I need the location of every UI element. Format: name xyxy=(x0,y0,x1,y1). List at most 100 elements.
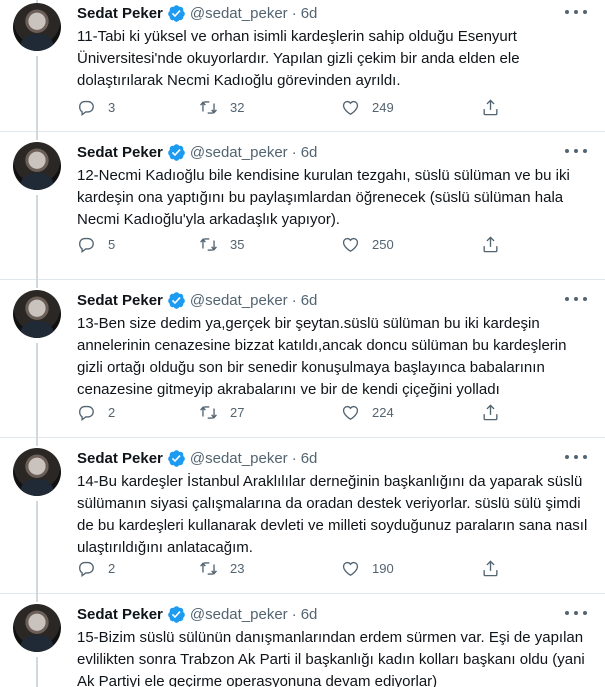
like-icon xyxy=(342,405,359,420)
avatar[interactable] xyxy=(13,290,61,338)
thread-line xyxy=(36,501,38,594)
retweet-count: 27 xyxy=(230,404,245,420)
retweet-button[interactable]: 23 xyxy=(199,557,244,579)
retweet-button[interactable]: 32 xyxy=(199,96,244,118)
share-button[interactable] xyxy=(481,96,500,118)
like-button[interactable]: 190 xyxy=(341,557,394,579)
like-count: 249 xyxy=(372,99,394,115)
separator-dot: · xyxy=(291,449,297,467)
share-button[interactable] xyxy=(481,401,500,423)
more-options-icon[interactable] xyxy=(565,605,587,621)
share-icon xyxy=(483,235,498,252)
like-count: 224 xyxy=(372,404,394,420)
retweet-icon xyxy=(200,237,217,251)
reply-button[interactable]: 5 xyxy=(77,233,115,255)
tweet-timestamp[interactable]: 6d xyxy=(301,5,318,22)
like-button[interactable]: 249 xyxy=(341,96,394,118)
share-button[interactable] xyxy=(481,233,500,255)
retweet-icon xyxy=(200,561,217,575)
tweet-actions: 2 23 190 xyxy=(77,557,507,579)
share-icon xyxy=(483,559,498,576)
tweet-text: 14-Bu kardeşler İstanbul Araklılılar der… xyxy=(77,473,588,556)
verified-badge-icon xyxy=(168,143,185,161)
author-handle[interactable]: @sedat_peker xyxy=(190,144,288,161)
tweet-text: 12-Necmi Kadıoğlu bile kendisine kurulan… xyxy=(77,167,570,228)
retweet-count: 23 xyxy=(230,560,245,576)
thread-line xyxy=(36,657,38,687)
thread-line xyxy=(36,132,38,140)
tweet[interactable]: Sedat Peker @sedat_peker · 6d 15-Bizim s… xyxy=(0,594,605,687)
verified-badge-icon xyxy=(168,449,185,467)
avatar[interactable] xyxy=(13,3,61,51)
author-name[interactable]: Sedat Peker xyxy=(77,606,163,623)
reply-count: 3 xyxy=(108,99,116,115)
tweet-header: Sedat Peker @sedat_peker · 6d xyxy=(77,289,317,311)
tweet-timestamp[interactable]: 6d xyxy=(301,450,318,467)
thread-line xyxy=(36,594,38,602)
reply-count: 2 xyxy=(108,404,116,420)
tweet[interactable]: Sedat Peker @sedat_peker · 6d 11-Tabi ki… xyxy=(0,0,605,132)
tweet-header: Sedat Peker @sedat_peker · 6d xyxy=(77,2,317,24)
author-handle[interactable]: @sedat_peker xyxy=(190,450,288,467)
separator-dot: · xyxy=(291,143,297,161)
tweet-text: 15-Bizim süslü sülünün danışmanlarından … xyxy=(77,629,585,687)
separator-dot: · xyxy=(291,4,297,22)
share-icon xyxy=(483,403,498,420)
reply-button[interactable]: 3 xyxy=(77,96,115,118)
thread-line xyxy=(36,438,38,446)
reply-icon xyxy=(79,100,94,116)
more-options-icon[interactable] xyxy=(565,4,587,20)
like-button[interactable]: 224 xyxy=(341,401,394,423)
like-icon xyxy=(342,237,359,252)
thread-line xyxy=(36,280,38,288)
tweet[interactable]: Sedat Peker @sedat_peker · 6d 13-Ben siz… xyxy=(0,280,605,438)
tweet-timestamp[interactable]: 6d xyxy=(301,606,318,623)
author-name[interactable]: Sedat Peker xyxy=(77,5,163,22)
verified-badge-icon xyxy=(168,291,185,309)
tweet-actions: 5 35 250 xyxy=(77,233,507,255)
author-name[interactable]: Sedat Peker xyxy=(77,450,163,467)
like-count: 190 xyxy=(372,560,394,576)
reply-icon xyxy=(79,237,94,253)
avatar[interactable] xyxy=(13,448,61,496)
thread-line xyxy=(36,343,38,438)
like-icon xyxy=(342,561,359,576)
tweet-timestamp[interactable]: 6d xyxy=(301,144,318,161)
tweet[interactable]: Sedat Peker @sedat_peker · 6d 14-Bu kard… xyxy=(0,438,605,594)
tweet[interactable]: Sedat Peker @sedat_peker · 6d 12-Necmi K… xyxy=(0,132,605,280)
author-handle[interactable]: @sedat_peker xyxy=(190,606,288,623)
retweet-icon xyxy=(200,100,217,114)
reply-count: 5 xyxy=(108,236,116,252)
share-button[interactable] xyxy=(481,557,500,579)
retweet-icon xyxy=(200,405,217,419)
retweet-count: 32 xyxy=(230,99,245,115)
more-options-icon[interactable] xyxy=(565,291,587,307)
reply-button[interactable]: 2 xyxy=(77,401,115,423)
tweet-actions: 3 32 249 xyxy=(77,96,507,118)
retweet-button[interactable]: 27 xyxy=(199,401,244,423)
retweet-button[interactable]: 35 xyxy=(199,233,244,255)
verified-badge-icon xyxy=(168,605,185,623)
tweet-timestamp[interactable]: 6d xyxy=(301,292,318,309)
avatar[interactable] xyxy=(13,142,61,190)
tweet-header: Sedat Peker @sedat_peker · 6d xyxy=(77,603,317,625)
author-handle[interactable]: @sedat_peker xyxy=(190,292,288,309)
more-options-icon[interactable] xyxy=(565,143,587,159)
more-options-icon[interactable] xyxy=(565,449,587,465)
thread-line xyxy=(36,195,38,280)
reply-button[interactable]: 2 xyxy=(77,557,115,579)
author-handle[interactable]: @sedat_peker xyxy=(190,5,288,22)
like-button[interactable]: 250 xyxy=(341,233,394,255)
retweet-count: 35 xyxy=(230,236,245,252)
tweet-actions: 2 27 224 xyxy=(77,401,507,423)
like-icon xyxy=(342,100,359,115)
thread-line xyxy=(36,56,38,132)
avatar[interactable] xyxy=(13,604,61,652)
like-count: 250 xyxy=(372,236,394,252)
tweet-text: 11-Tabi ki yüksel ve orhan isimli kardeş… xyxy=(77,28,520,89)
separator-dot: · xyxy=(291,291,297,309)
share-icon xyxy=(483,98,498,115)
tweet-text: 13-Ben size dedim ya,gerçek bir şeytan.s… xyxy=(77,315,567,398)
author-name[interactable]: Sedat Peker xyxy=(77,292,163,309)
author-name[interactable]: Sedat Peker xyxy=(77,144,163,161)
